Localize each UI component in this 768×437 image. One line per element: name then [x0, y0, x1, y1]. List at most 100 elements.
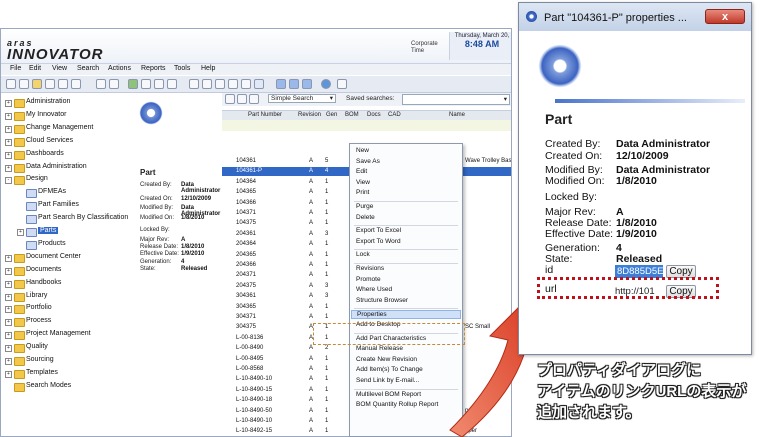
tree-item[interactable]: Part Search By Classification [1, 213, 130, 225]
tree-item[interactable]: + Templates [1, 368, 130, 380]
new-icon[interactable] [6, 79, 16, 89]
tree-item[interactable]: Part Families [1, 200, 130, 212]
filter-icon[interactable] [202, 79, 212, 89]
saved-searches-select[interactable]: ▾ [402, 94, 510, 105]
report-icon[interactable] [215, 79, 225, 89]
clear-search-icon[interactable] [249, 94, 259, 104]
expand-icon[interactable]: + [5, 100, 12, 107]
context-menu-item[interactable]: Lock [356, 251, 370, 258]
expand-icon[interactable]: + [5, 151, 12, 159]
print-icon[interactable] [58, 79, 68, 89]
structure-icon[interactable] [254, 79, 264, 89]
context-menu-item[interactable]: Print [356, 189, 369, 196]
menu-edit[interactable]: Edit [29, 65, 41, 72]
context-menu-item[interactable]: Purge [356, 203, 373, 210]
menu-help[interactable]: Help [201, 65, 215, 72]
tree-item[interactable]: + My Innovator [1, 110, 130, 122]
tree-item[interactable]: + Administration [1, 97, 130, 109]
copy-icon[interactable] [109, 79, 119, 89]
column-cad[interactable]: CAD [388, 112, 401, 118]
menu-tools[interactable]: Tools [174, 65, 190, 72]
tree-item[interactable]: + Handbooks [1, 278, 130, 290]
column-gen[interactable]: Gen [326, 112, 337, 118]
context-menu-item[interactable]: Delete [356, 214, 375, 221]
context-menu-item[interactable]: Export To Word [356, 238, 401, 245]
settings-icon[interactable] [337, 79, 347, 89]
tree-item[interactable]: + Data Administration [1, 162, 130, 174]
tree-item[interactable]: Products [1, 239, 130, 251]
collapse-icon[interactable]: - [5, 177, 12, 185]
tree-item[interactable]: + Change Management [1, 123, 130, 135]
column-revision[interactable]: Revision [298, 112, 321, 118]
grid-icon[interactable] [276, 79, 286, 89]
tree-item[interactable]: + Process [1, 316, 130, 328]
expand-icon[interactable]: + [17, 229, 24, 236]
expand-icon[interactable]: + [5, 358, 12, 365]
menu-view[interactable]: View [52, 65, 67, 72]
context-menu-item[interactable]: View [356, 179, 370, 186]
tree-item[interactable]: + Sourcing [1, 355, 130, 367]
column-bom[interactable]: BOM [345, 112, 359, 118]
cut-icon[interactable] [96, 79, 106, 89]
expand-icon[interactable]: + [5, 267, 12, 275]
expand-icon[interactable]: + [5, 164, 12, 172]
tree-item[interactable]: + Dashboards [1, 149, 130, 161]
menu-reports[interactable]: Reports [141, 65, 166, 72]
redo-icon[interactable] [154, 79, 164, 89]
tree-item[interactable]: + Portfolio [1, 303, 130, 315]
close-button[interactable]: x [705, 9, 745, 24]
open-icon[interactable] [19, 79, 29, 89]
dialog-titlebar[interactable]: Part "104361-P" properties ... x [519, 3, 751, 31]
lock-icon[interactable] [71, 79, 81, 89]
help-icon[interactable] [321, 79, 331, 89]
folder-icon[interactable] [32, 79, 42, 89]
tree-item[interactable]: + Parts [1, 226, 130, 238]
grid-filter-row[interactable] [222, 120, 511, 131]
expand-icon[interactable]: + [5, 306, 12, 314]
tree-item[interactable]: - Design [1, 174, 130, 186]
tree-item[interactable]: Search Modes [1, 381, 130, 393]
tree-item[interactable]: DFMEAs [1, 187, 130, 199]
column-part-number[interactable]: Part Number [248, 112, 282, 118]
workflow-icon[interactable] [302, 79, 312, 89]
tree-item-label: Document Center [26, 252, 81, 260]
zoom-out-icon[interactable] [237, 94, 247, 104]
expand-icon[interactable]: + [5, 280, 12, 288]
zoom-in-icon[interactable] [225, 94, 235, 104]
tree-item[interactable]: + Library [1, 291, 130, 303]
tree-item[interactable]: + Quality [1, 342, 130, 354]
expand-icon[interactable]: + [5, 345, 12, 353]
expand-icon[interactable]: + [5, 370, 12, 378]
tree-item[interactable]: + Documents [1, 265, 130, 277]
column-docs[interactable]: Docs [367, 112, 381, 118]
column-name[interactable]: Name [449, 112, 465, 118]
link-icon[interactable] [228, 79, 238, 89]
search-icon[interactable] [189, 79, 199, 89]
context-menu-item[interactable]: Export To Excel [356, 227, 401, 234]
refresh-icon[interactable] [128, 79, 138, 89]
expand-icon[interactable]: + [5, 125, 12, 133]
tree-item[interactable]: + Document Center [1, 252, 130, 264]
delete-icon[interactable] [167, 79, 177, 89]
save-icon[interactable] [45, 79, 55, 89]
context-menu-item[interactable]: Revisions [356, 265, 384, 272]
context-menu-item[interactable]: New [356, 147, 369, 154]
tree-item[interactable]: + Project Management [1, 329, 130, 341]
view-icon[interactable] [241, 79, 251, 89]
expand-icon[interactable]: + [5, 112, 12, 120]
menu-actions[interactable]: Actions [108, 65, 131, 72]
context-menu-item[interactable]: Promote [356, 276, 381, 283]
search-mode-select[interactable]: Simple Search ▾ [268, 94, 336, 103]
menu-search[interactable]: Search [77, 65, 99, 72]
expand-icon[interactable]: + [5, 319, 12, 327]
tree-item[interactable]: + Cloud Services [1, 136, 130, 148]
context-menu-item[interactable]: Save As [356, 158, 380, 165]
expand-icon[interactable]: + [5, 293, 12, 301]
context-menu-item[interactable]: Edit [356, 168, 367, 175]
expand-icon[interactable]: + [5, 138, 12, 146]
expand-icon[interactable]: + [5, 332, 12, 340]
menu-file[interactable]: File [10, 65, 21, 72]
expand-icon[interactable]: + [5, 254, 12, 262]
tree-icon[interactable] [289, 79, 299, 89]
undo-icon[interactable] [141, 79, 151, 89]
